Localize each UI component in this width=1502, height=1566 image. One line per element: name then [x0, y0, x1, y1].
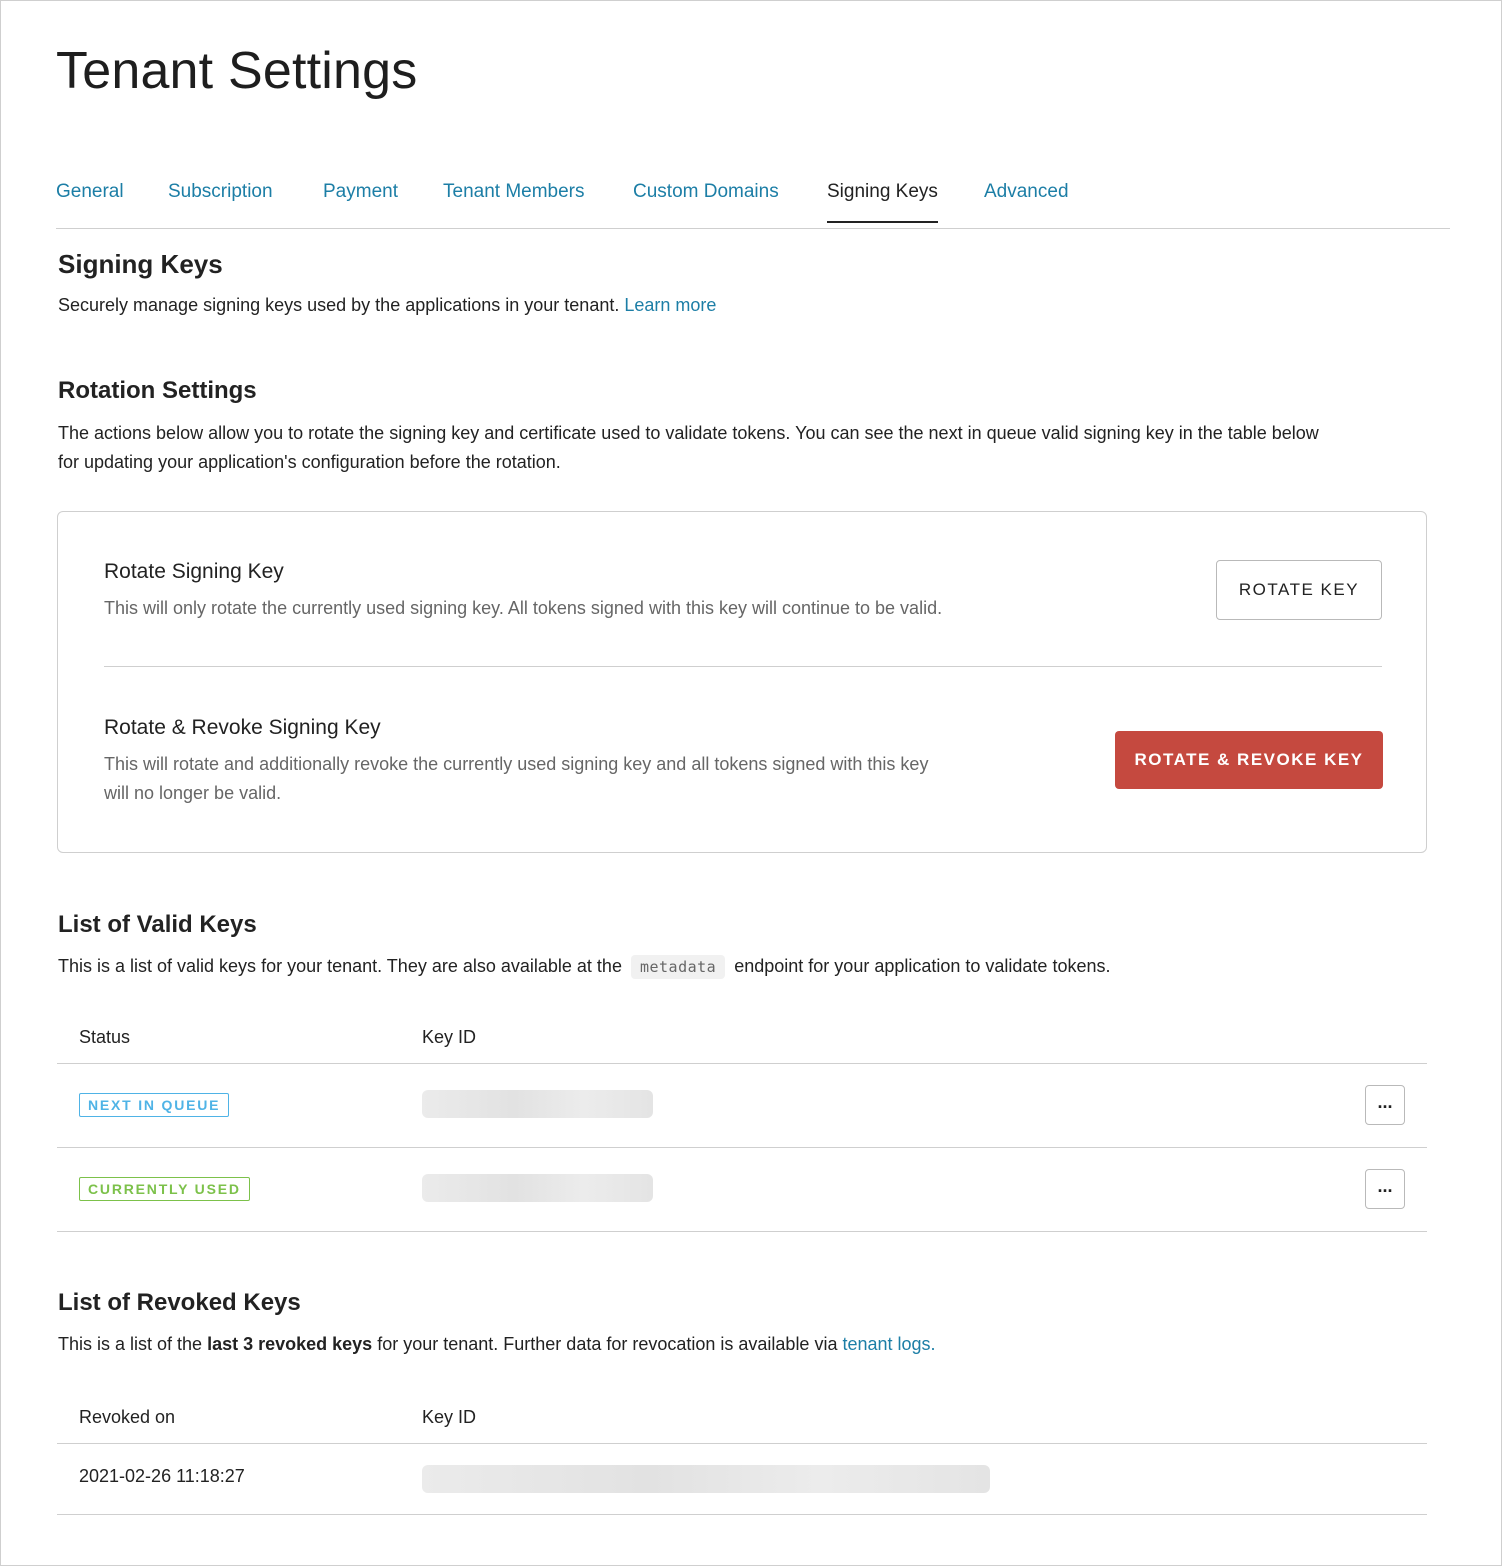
column-key-id: Key ID	[422, 1027, 477, 1047]
table-row: 2021-02-26 11:18:27	[57, 1444, 1427, 1515]
card-divider	[104, 666, 1382, 667]
signing-keys-description: Securely manage signing keys used by the…	[58, 291, 716, 320]
column-revoked-on: Revoked on	[79, 1407, 176, 1427]
tenant-logs-link[interactable]: tenant logs.	[842, 1334, 935, 1354]
valid-keys-heading: List of Valid Keys	[58, 911, 257, 938]
rotate-revoke-key-button[interactable]: ROTATE & REVOKE KEY	[1115, 731, 1383, 789]
revoked-keys-table: Revoked on Key ID 2021-02-26 11:18:27	[57, 1381, 1427, 1515]
table-row: CURRENTLY USED ...	[57, 1148, 1427, 1232]
table-row: NEXT IN QUEUE ...	[57, 1064, 1427, 1148]
rotation-description-line-2: for updating your application's configur…	[58, 452, 561, 472]
tab-custom-domains[interactable]: Custom Domains	[633, 181, 779, 221]
revoked-keys-description-middle: for your tenant. Further data for revoca…	[377, 1334, 838, 1354]
page-title: Tenant Settings	[56, 42, 418, 100]
revoked-on-value: 2021-02-26 11:18:27	[79, 1466, 245, 1486]
valid-keys-description-before: This is a list of valid keys for your te…	[58, 956, 622, 976]
rotate-revoke-signing-key-title: Rotate & Revoke Signing Key	[104, 716, 381, 739]
revoked-keys-table-header: Revoked on Key ID	[57, 1381, 1427, 1444]
revoked-keys-heading: List of Revoked Keys	[58, 1289, 301, 1316]
row-actions-button[interactable]: ...	[1365, 1085, 1405, 1125]
signing-keys-description-text: Securely manage signing keys used by the…	[58, 295, 620, 315]
tab-signing-keys[interactable]: Signing Keys	[827, 181, 938, 223]
tab-payment[interactable]: Payment	[323, 181, 398, 221]
tab-subscription[interactable]: Subscription	[168, 181, 273, 221]
settings-tabs: General Subscription Payment Tenant Memb…	[56, 171, 1450, 229]
column-key-id: Key ID	[422, 1407, 477, 1427]
metadata-code: metadata	[630, 955, 726, 979]
rotate-key-button[interactable]: ROTATE KEY	[1216, 560, 1382, 620]
rotate-signing-key-description: This will only rotate the currently used…	[104, 598, 943, 618]
tab-advanced[interactable]: Advanced	[984, 181, 1069, 221]
more-horizontal-icon: ...	[1377, 1092, 1393, 1112]
revoked-keys-description-bold: last 3 revoked keys	[207, 1334, 373, 1354]
more-horizontal-icon: ...	[1377, 1176, 1393, 1196]
valid-keys-table-header: Status Key ID	[57, 1001, 1427, 1064]
row-actions-button[interactable]: ...	[1365, 1169, 1405, 1209]
status-badge-currently-used: CURRENTLY USED	[79, 1177, 250, 1201]
status-badge-next-in-queue: NEXT IN QUEUE	[79, 1093, 230, 1117]
valid-keys-description: This is a list of valid keys for your te…	[58, 952, 1110, 982]
tab-tenant-members[interactable]: Tenant Members	[443, 181, 585, 221]
rotation-settings-description: The actions below allow you to rotate th…	[58, 419, 1438, 477]
rotate-revoke-description-line-1: This will rotate and additionally revoke…	[104, 754, 929, 774]
tab-general[interactable]: General	[56, 181, 124, 221]
rotation-card: Rotate Signing Key This will only rotate…	[57, 511, 1427, 853]
rotate-revoke-description-line-2: will no longer be valid.	[104, 783, 282, 803]
rotate-signing-key-title: Rotate Signing Key	[104, 560, 284, 583]
revoked-keys-description-before: This is a list of the	[58, 1334, 203, 1354]
rotate-revoke-signing-key-description: This will rotate and additionally revoke…	[104, 750, 928, 808]
column-status: Status	[79, 1027, 131, 1047]
learn-more-link[interactable]: Learn more	[624, 295, 716, 315]
key-id-redacted	[422, 1174, 653, 1202]
valid-keys-table: Status Key ID NEXT IN QUEUE ... CURRENTL…	[57, 1001, 1427, 1232]
key-id-redacted	[422, 1090, 653, 1118]
rotation-description-line-1: The actions below allow you to rotate th…	[58, 423, 1319, 443]
valid-keys-description-after: endpoint for your application to validat…	[734, 956, 1111, 976]
rotation-settings-heading: Rotation Settings	[58, 377, 257, 404]
revoked-keys-description: This is a list of the last 3 revoked key…	[58, 1330, 936, 1359]
key-id-redacted	[422, 1465, 990, 1493]
signing-keys-heading: Signing Keys	[58, 249, 223, 279]
